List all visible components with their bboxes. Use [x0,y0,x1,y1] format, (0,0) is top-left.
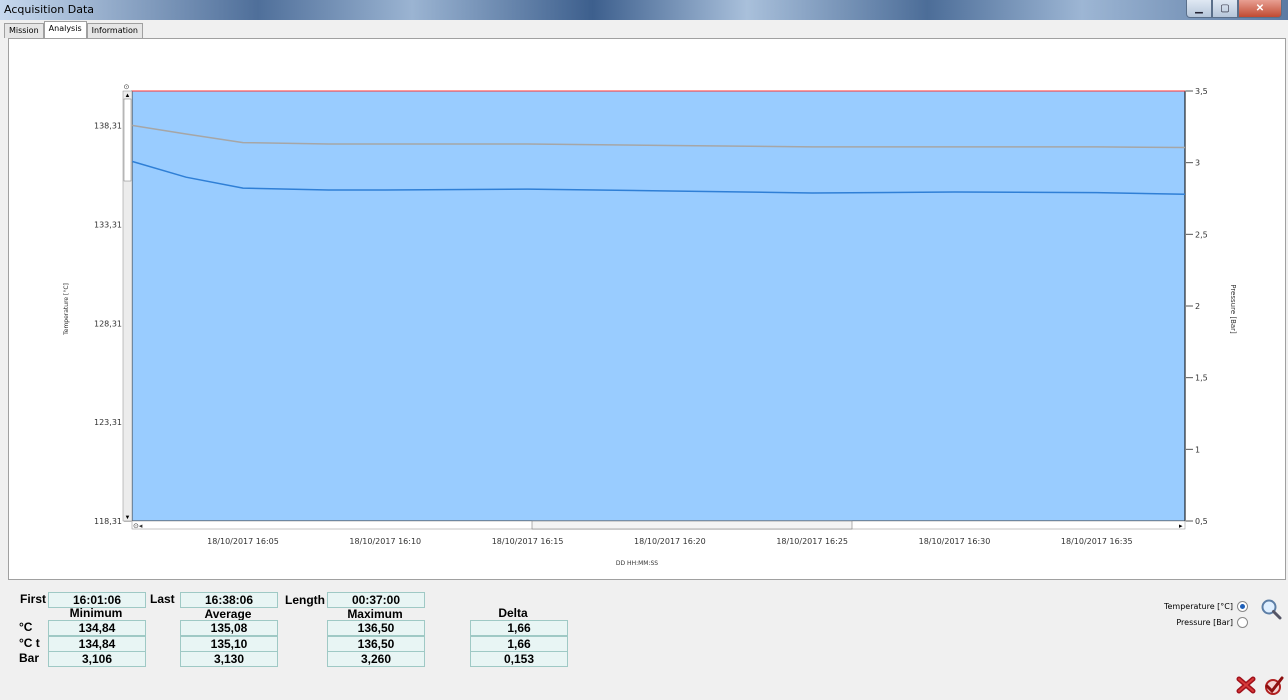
tab-strip: Mission Analysis Information [4,21,143,38]
temperature-radio[interactable] [1237,601,1248,612]
first-label: First [20,592,47,606]
row-min: 134,84 [48,620,146,636]
y-tick-label: 118,31 [94,517,122,526]
zoom-reset-icon-bottom: ⊙◂ [133,523,143,530]
x-tick-label: 18/10/2017 16:30 [919,537,991,546]
zoom-reset-icon-top: ⊙ [124,84,130,91]
y2-tick-label: 3 [1195,159,1200,168]
row-avg: 135,08 [180,620,278,636]
row-label: °C t [19,636,40,650]
row-max: 136,50 [327,620,425,636]
chart[interactable]: 138,31 133,31 128,31 123,31 118,31 3,5 3 2,5 2 1… [9,39,1285,579]
y2-tick-label: 3,5 [1195,87,1208,96]
y2-tick-label: 0,5 [1195,517,1208,526]
row-min: 134,84 [48,636,146,652]
plot-area [131,90,1186,522]
cancel-icon [1236,676,1256,694]
length-label: Length [285,593,325,607]
col-average: Average [204,607,252,621]
zoom-button[interactable] [1260,598,1282,620]
tab-analysis[interactable]: Analysis [43,21,87,38]
y2-tick-label: 2 [1195,302,1200,311]
minimize-icon: ▁ [1195,3,1203,14]
y2-tick-label: 1 [1195,445,1200,454]
confirm-button[interactable] [1262,675,1284,695]
scroll-right-arrow: ▸ [1179,523,1183,530]
row-avg: 135,10 [180,636,278,652]
zoom-icon [1261,599,1282,620]
y2-tick-label: 1,5 [1195,374,1208,383]
right-axis-title: Pressure [Bar] [1229,284,1237,334]
x-axis-ticks: 18/10/2017 16:05 18/10/2017 16:10 18/10/20… [207,537,1133,546]
x-axis-title: DD HH:MM:SS [616,560,658,567]
minimize-button[interactable]: ▁ [1186,0,1212,18]
pressure-option-label: Pressure [Bar] [1176,618,1233,627]
right-axis-ticks: 3,5 3 2,5 2 1,5 1 0,5 [1186,87,1208,526]
row-label: Bar [19,651,40,665]
pressure-radio[interactable] [1237,617,1248,628]
row-delta: 1,66 [470,620,568,636]
close-button[interactable]: ✕ [1238,0,1282,18]
vertical-scroll-thumb [123,98,132,182]
col-maximum: Maximum [347,607,403,621]
temperature-option[interactable]: Temperature [°C] [1164,601,1248,612]
left-axis-title: Temperature [°C] [63,283,70,336]
close-icon: ✕ [1255,3,1265,14]
scroll-up-arrow: ▲ [125,93,131,99]
confirm-icon [1265,676,1284,695]
col-delta: Delta [498,606,528,620]
cancel-button[interactable] [1236,676,1256,694]
x-tick-label: 18/10/2017 16:05 [207,537,279,546]
x-tick-label: 18/10/2017 16:35 [1061,537,1133,546]
analysis-panel: 138,31 133,31 128,31 123,31 118,31 3,5 3 2,5 2 1… [8,38,1286,580]
maximize-button[interactable]: ▢ [1212,0,1238,18]
last-label: Last [150,592,175,606]
row-delta: 1,66 [470,636,568,652]
title-bar: Acquisition Data ▁ ▢ ✕ [0,0,1288,20]
window-title: Acquisition Data [4,3,95,16]
row-max: 136,50 [327,636,425,652]
tab-mission[interactable]: Mission [4,23,44,38]
y-tick-label: 128,31 [94,319,122,328]
length-value: 00:37:00 [327,592,425,608]
pressure-option[interactable]: Pressure [Bar] [1176,617,1248,628]
radio-selected-dot [1240,604,1245,609]
temperature-option-label: Temperature [°C] [1163,602,1233,611]
tab-information[interactable]: Information [86,23,143,38]
x-tick-label: 18/10/2017 16:20 [634,537,706,546]
y-tick-label: 133,31 [94,220,122,229]
col-minimum: Minimum [69,606,123,620]
scroll-down-arrow: ▼ [125,515,131,521]
x-tick-label: 18/10/2017 16:25 [776,537,848,546]
row-delta: 0,153 [470,651,568,667]
y-tick-label: 138,31 [94,122,122,131]
row-avg: 3,130 [180,651,278,667]
y2-tick-label: 2,5 [1195,230,1208,239]
horizontal-scroll-thumb [531,520,853,530]
row-label: °C [19,620,33,634]
maximize-icon: ▢ [1220,3,1230,14]
x-tick-label: 18/10/2017 16:15 [492,537,564,546]
last-value: 16:38:06 [180,592,278,608]
x-tick-label: 18/10/2017 16:10 [349,537,421,546]
row-max: 3,260 [327,651,425,667]
window-controls: ▁ ▢ ✕ [1186,0,1282,18]
y-tick-label: 123,31 [94,418,122,427]
row-min: 3,106 [48,651,146,667]
